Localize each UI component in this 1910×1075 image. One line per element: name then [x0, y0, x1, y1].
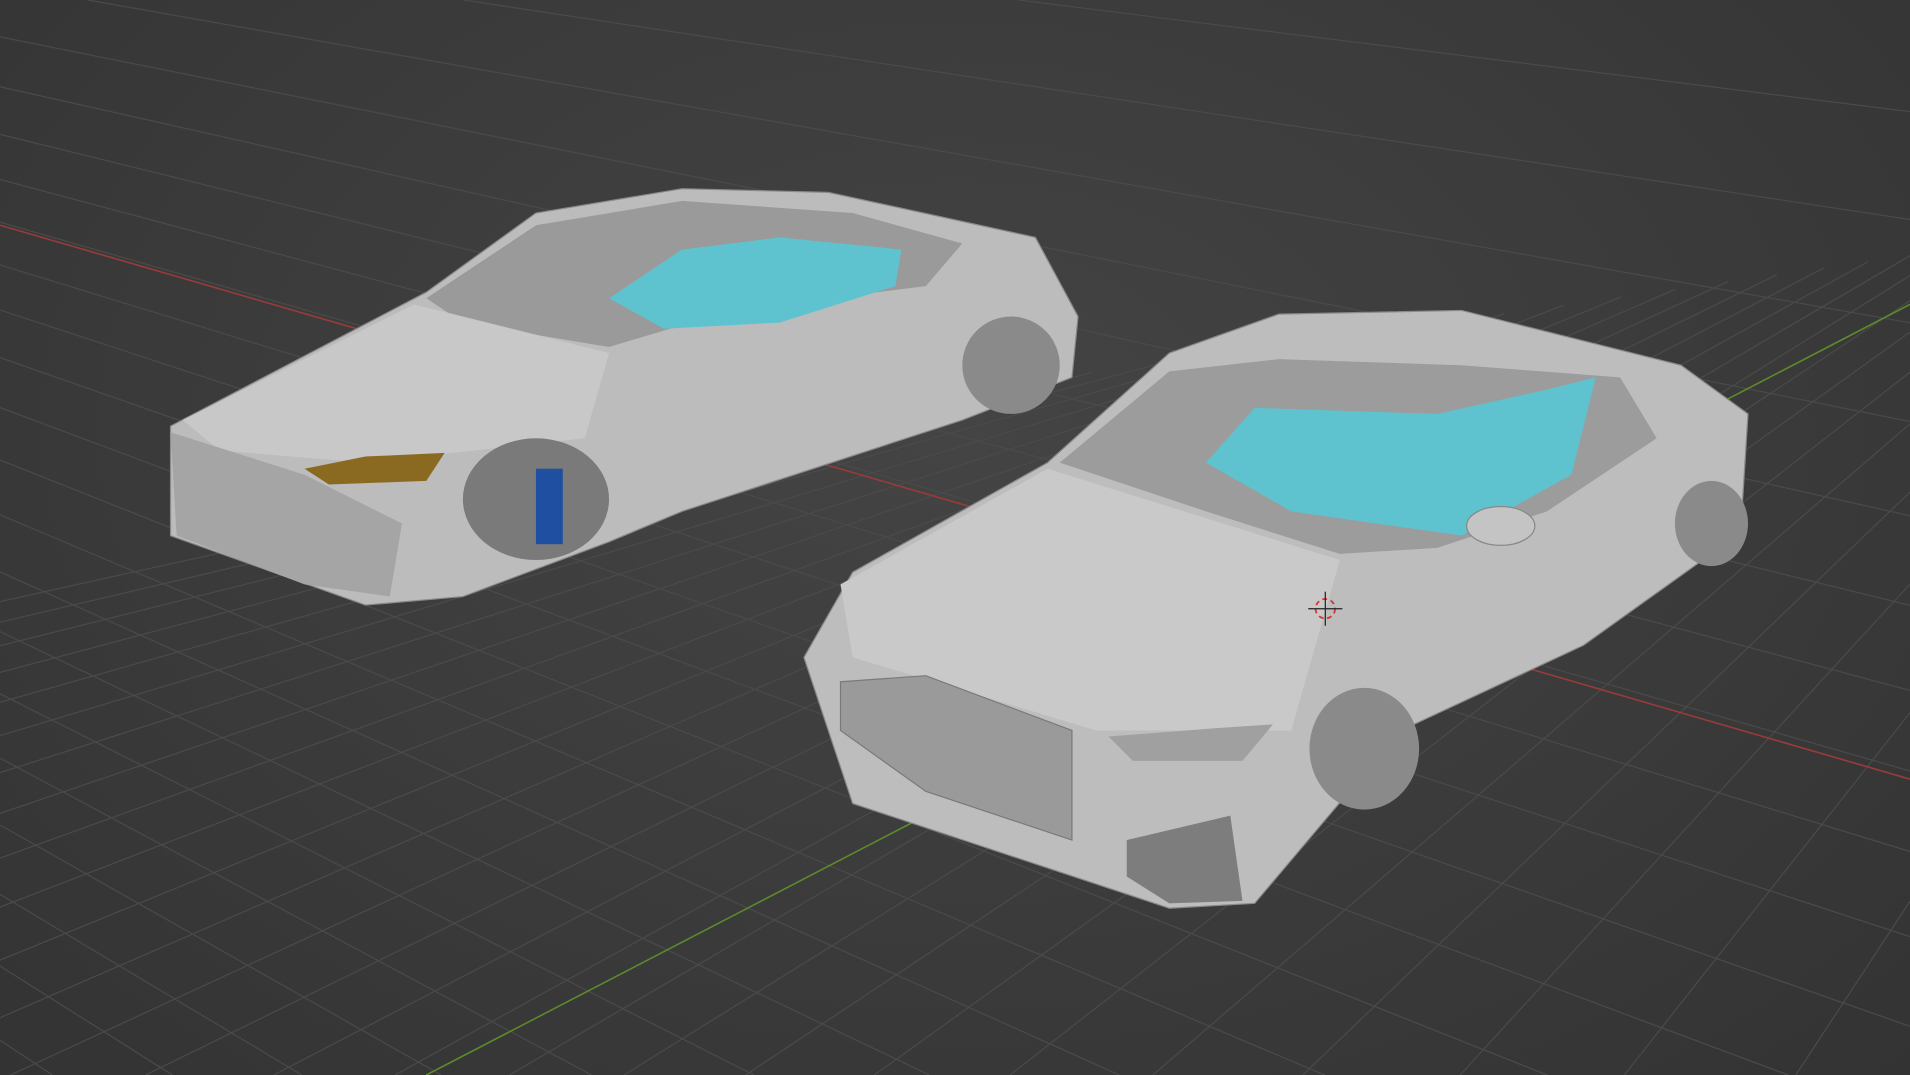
grid-line — [463, 0, 1910, 221]
front-wheel-well — [1309, 687, 1420, 810]
rear-wheel-well — [962, 316, 1060, 414]
grid-line — [0, 1039, 53, 1075]
rear-wheel-well — [1674, 480, 1748, 567]
grid-line — [1018, 0, 1910, 113]
grid-line — [0, 893, 303, 1075]
grid-line — [1795, 900, 1910, 1075]
grid-line — [0, 757, 592, 1075]
viewport-scene[interactable] — [0, 0, 1910, 1075]
brake-caliper — [535, 468, 563, 545]
side-mirror — [1465, 505, 1536, 547]
grid-line — [0, 824, 442, 1075]
3d-viewport[interactable] — [0, 0, 1910, 1075]
